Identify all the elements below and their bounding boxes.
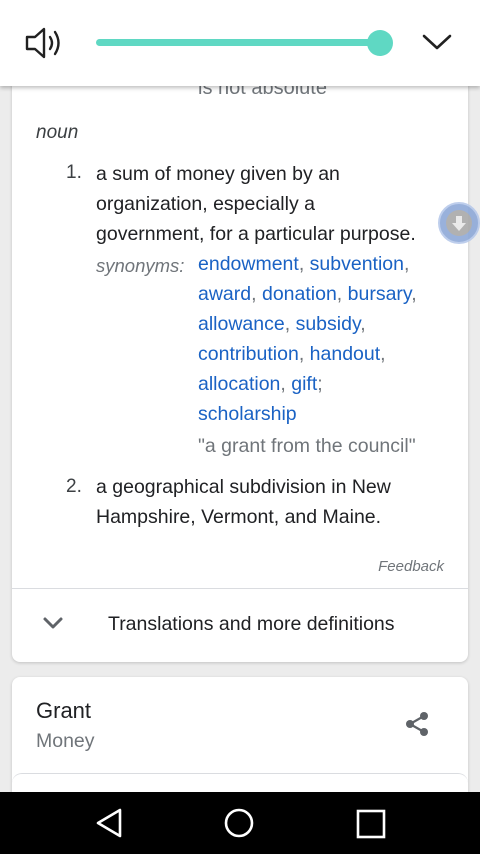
download-icon xyxy=(446,210,472,236)
synonym-link[interactable]: donation xyxy=(262,283,337,305)
volume-icon[interactable] xyxy=(24,26,64,60)
sense-number: 1. xyxy=(66,162,82,183)
synonym-link[interactable]: gift xyxy=(291,373,317,395)
related-card-subtitle: Money xyxy=(36,730,95,752)
synonyms-line: contribution, handout, xyxy=(198,343,386,365)
volume-slider-thumb[interactable] xyxy=(367,30,393,56)
synonym-link[interactable]: award xyxy=(198,283,251,305)
definition-line: a geographical subdivision in New xyxy=(96,476,391,498)
synonym-link[interactable]: scholarship xyxy=(198,403,297,425)
part-of-speech: noun xyxy=(36,122,79,143)
related-card-title: Grant xyxy=(36,698,92,723)
back-icon[interactable] xyxy=(94,808,124,838)
translations-label: Translations and more definitions xyxy=(108,613,395,635)
sense-number: 2. xyxy=(66,476,82,497)
synonym-link[interactable]: bursary xyxy=(348,283,412,305)
synonym-link[interactable]: subvention xyxy=(310,253,404,275)
volume-slider-track[interactable] xyxy=(96,39,380,46)
download-button[interactable] xyxy=(438,202,480,244)
synonym-link[interactable]: endowment xyxy=(198,253,299,275)
synonyms-line: award, donation, bursary, xyxy=(198,283,417,305)
chevron-down-icon[interactable] xyxy=(421,33,453,51)
related-card[interactable]: Grant Money xyxy=(12,677,468,807)
synonym-link[interactable]: contribution xyxy=(198,343,299,365)
share-icon[interactable] xyxy=(404,711,430,737)
definition-line: Hampshire, Vermont, and Maine. xyxy=(96,506,382,528)
system-navigation-bar xyxy=(0,792,480,854)
usage-example: "a grant from the council" xyxy=(198,435,416,457)
media-control-bar xyxy=(0,0,480,86)
definition-line: a sum of money given by an xyxy=(96,163,340,185)
synonym-link[interactable]: handout xyxy=(310,343,381,365)
synonym-link[interactable]: allowance xyxy=(198,313,285,335)
synonyms-line: allowance, subsidy, xyxy=(198,313,366,335)
sense-definition-1: a sum of money given by an organization,… xyxy=(96,159,456,249)
synonym-link[interactable]: allocation xyxy=(198,373,280,395)
sense-definition-2: a geographical subdivision in New Hampsh… xyxy=(96,472,456,532)
chevron-down-icon xyxy=(43,617,63,629)
feedback-link[interactable]: Feedback xyxy=(378,558,444,575)
definition-card: is not absolute noun 1. a sum of money g… xyxy=(12,60,468,662)
recent-apps-icon[interactable] xyxy=(356,809,386,839)
synonyms-line: scholarship xyxy=(198,399,297,429)
translations-expander[interactable]: Translations and more definitions xyxy=(12,589,468,662)
home-icon[interactable] xyxy=(224,808,254,838)
synonyms-label: synonyms: xyxy=(96,255,185,276)
definition-line: government, for a particular purpose. xyxy=(96,223,416,245)
definition-line: organization, especially a xyxy=(96,193,315,215)
synonyms-line: endowment, subvention, xyxy=(198,253,410,275)
synonyms-line: allocation, gift; xyxy=(198,373,323,395)
synonym-link[interactable]: subsidy xyxy=(296,313,361,335)
